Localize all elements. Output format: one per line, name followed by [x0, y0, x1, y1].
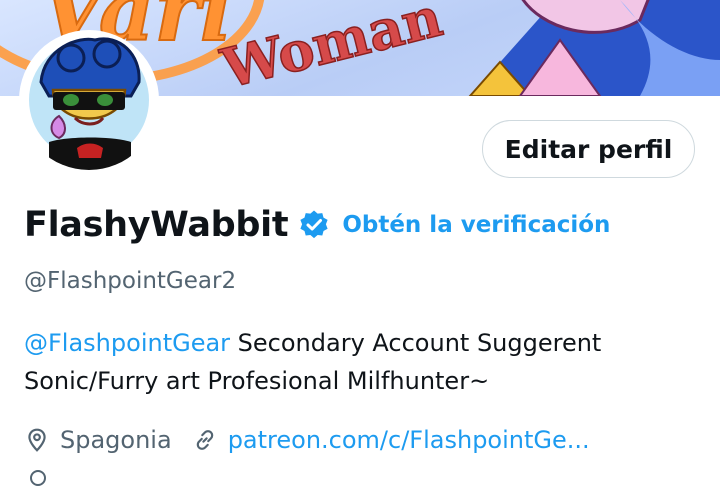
display-name: FlashyWabbit	[24, 205, 289, 245]
verified-badge-icon[interactable]	[298, 209, 330, 241]
profile-handle: @FlashpointGear2	[24, 268, 237, 294]
profile-name-row: FlashyWabbit Obtén la verificación	[24, 200, 610, 250]
bio-text-line-1: Secondary Account Suggerent	[230, 329, 602, 357]
profile-location: Spagonia	[60, 426, 172, 454]
avatar-image	[21, 32, 157, 170]
get-verified-link[interactable]: Obtén la verificación	[342, 212, 610, 238]
profile-bio: @FlashpointGear Secondary Account Sugger…	[24, 324, 704, 400]
location-pin-icon	[24, 427, 50, 453]
balloon-icon	[26, 468, 50, 492]
profile-meta-row: Spagonia patreon.com/c/FlashpointGe...	[24, 420, 590, 460]
bio-text-line-2: Sonic/Furry art Profesional Milfhunter~	[24, 367, 490, 395]
bio-mention-link[interactable]: @FlashpointGear	[24, 329, 230, 357]
link-icon	[192, 427, 218, 453]
edit-profile-button[interactable]: Editar perfil	[482, 120, 695, 178]
profile-avatar[interactable]	[19, 30, 159, 170]
profile-website-link[interactable]: patreon.com/c/FlashpointGe...	[228, 426, 590, 454]
